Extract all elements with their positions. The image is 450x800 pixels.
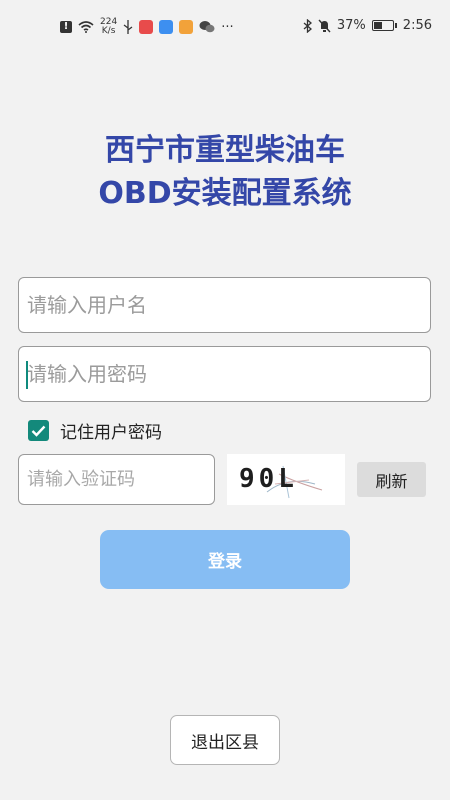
app-notification-icon-weibo — [179, 20, 194, 34]
captcha-text: 90L — [239, 464, 298, 494]
app-notification-icon-red — [139, 20, 154, 34]
battery-percent: 37% — [336, 18, 366, 33]
wechat-icon — [199, 21, 215, 33]
username-input[interactable] — [19, 278, 430, 332]
checkmark-icon — [31, 425, 46, 437]
network-speed: 224 K/s — [100, 18, 117, 36]
page-title-line2: OBD安装配置系统 — [98, 176, 352, 211]
password-input[interactable] — [19, 347, 430, 401]
battery-tip — [394, 23, 397, 28]
password-field[interactable] — [18, 346, 431, 402]
captcha-field[interactable] — [18, 454, 215, 505]
battery-icon — [371, 20, 394, 31]
alert-icon: ! — [60, 21, 72, 33]
login-button[interactable]: 登录 — [100, 530, 350, 589]
wifi-icon — [78, 21, 94, 33]
bluetooth-icon — [303, 18, 312, 33]
remember-password-label: 记住用户密码 — [60, 423, 162, 443]
status-bar: ! 224 K/s ··· 37% 2:56 — [0, 0, 450, 56]
captcha-image[interactable]: 90L — [227, 454, 345, 505]
usb-icon — [123, 20, 133, 34]
exit-district-button[interactable]: 退出区县 — [170, 715, 280, 765]
status-right: 37% 2:56 — [303, 18, 432, 33]
text-cursor — [26, 361, 28, 389]
clock: 2:56 — [402, 18, 432, 33]
status-left: ! 224 K/s ··· — [60, 18, 234, 36]
mute-bell-icon — [318, 19, 331, 32]
refresh-captcha-button[interactable]: 刷新 — [357, 462, 426, 497]
remember-password-checkbox[interactable] — [28, 420, 49, 441]
app-notification-icon-blue — [159, 20, 174, 34]
page-title-line1: 西宁市重型柴油车 — [105, 133, 345, 168]
remember-password-row[interactable]: 记住用户密码 — [28, 418, 162, 443]
username-field[interactable] — [18, 277, 431, 333]
network-speed-unit: K/s — [101, 26, 116, 36]
captcha-input[interactable] — [19, 455, 214, 504]
more-notifications: ··· — [221, 19, 234, 35]
